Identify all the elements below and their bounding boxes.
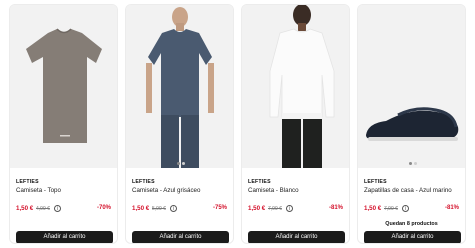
price-row: 1,50 € 4,99 € i -70% (16, 205, 111, 214)
add-to-cart-button[interactable]: Añadir al carrito (132, 231, 229, 243)
product-card[interactable]: LEFTIES Camiseta - Topo 1,50 € 4,99 € i … (9, 4, 118, 244)
sale-price: 1,50 € (132, 205, 150, 212)
info-icon[interactable]: i (402, 205, 409, 212)
model-blue-grey-tshirt-image (126, 5, 233, 168)
add-to-cart-button[interactable]: Añadir al carrito (248, 231, 345, 243)
brand-name: LEFTIES (132, 179, 155, 185)
add-to-cart-button[interactable]: Añadir al carrito (16, 231, 113, 243)
brand-name: LEFTIES (364, 179, 387, 185)
product-card[interactable]: LEFTIES Camiseta - Azul grisáceo 1,50 € … (125, 4, 234, 244)
sale-price: 1,50 € (16, 205, 34, 212)
navy-slipper-image (358, 5, 465, 168)
add-to-cart-button[interactable]: Añadir al carrito (364, 231, 461, 243)
product-image[interactable] (242, 5, 349, 168)
info-icon[interactable]: i (286, 205, 293, 212)
info-icon[interactable]: i (54, 205, 61, 212)
carousel-dots (242, 162, 349, 166)
taupe-tshirt-image (10, 5, 117, 168)
carousel-dots (10, 162, 117, 166)
discount-badge: -70% (96, 205, 111, 211)
discount-badge: -81% (444, 205, 459, 211)
carousel-dots (126, 162, 233, 166)
price-row: 1,50 € 7,99 € i -81% (364, 205, 459, 214)
discount-badge: -75% (212, 205, 227, 211)
product-card[interactable]: LEFTIES Zapatillas de casa - Azul marino… (357, 4, 466, 244)
price-row: 1,50 € 7,99 € i -81% (248, 205, 343, 214)
sale-price: 1,50 € (248, 205, 266, 212)
product-name[interactable]: Camiseta - Blanco (248, 187, 348, 194)
product-name[interactable]: Camiseta - Topo (16, 187, 116, 194)
brand-name: LEFTIES (16, 179, 39, 185)
product-name[interactable]: Zapatillas de casa - Azul marino (364, 187, 464, 194)
sale-price: 1,50 € (364, 205, 382, 212)
original-price: 4,99 € (36, 205, 50, 212)
product-image[interactable] (126, 5, 233, 168)
stock-note: Quedan 8 productos (385, 221, 438, 227)
product-image[interactable] (358, 5, 465, 168)
original-price: 5,99 € (152, 205, 166, 212)
product-image[interactable] (10, 5, 117, 168)
model-white-longsleeve-image (242, 5, 349, 168)
brand-name: LEFTIES (248, 179, 271, 185)
price-row: 1,50 € 5,99 € i -75% (132, 205, 227, 214)
carousel-dots (358, 162, 465, 166)
original-price: 7,99 € (268, 205, 282, 212)
product-card[interactable]: LEFTIES Camiseta - Blanco 1,50 € 7,99 € … (241, 4, 350, 244)
info-icon[interactable]: i (170, 205, 177, 212)
discount-badge: -81% (328, 205, 343, 211)
original-price: 7,99 € (384, 205, 398, 212)
product-name[interactable]: Camiseta - Azul grisáceo (132, 187, 232, 194)
product-grid: LEFTIES Camiseta - Topo 1,50 € 4,99 € i … (0, 0, 475, 248)
